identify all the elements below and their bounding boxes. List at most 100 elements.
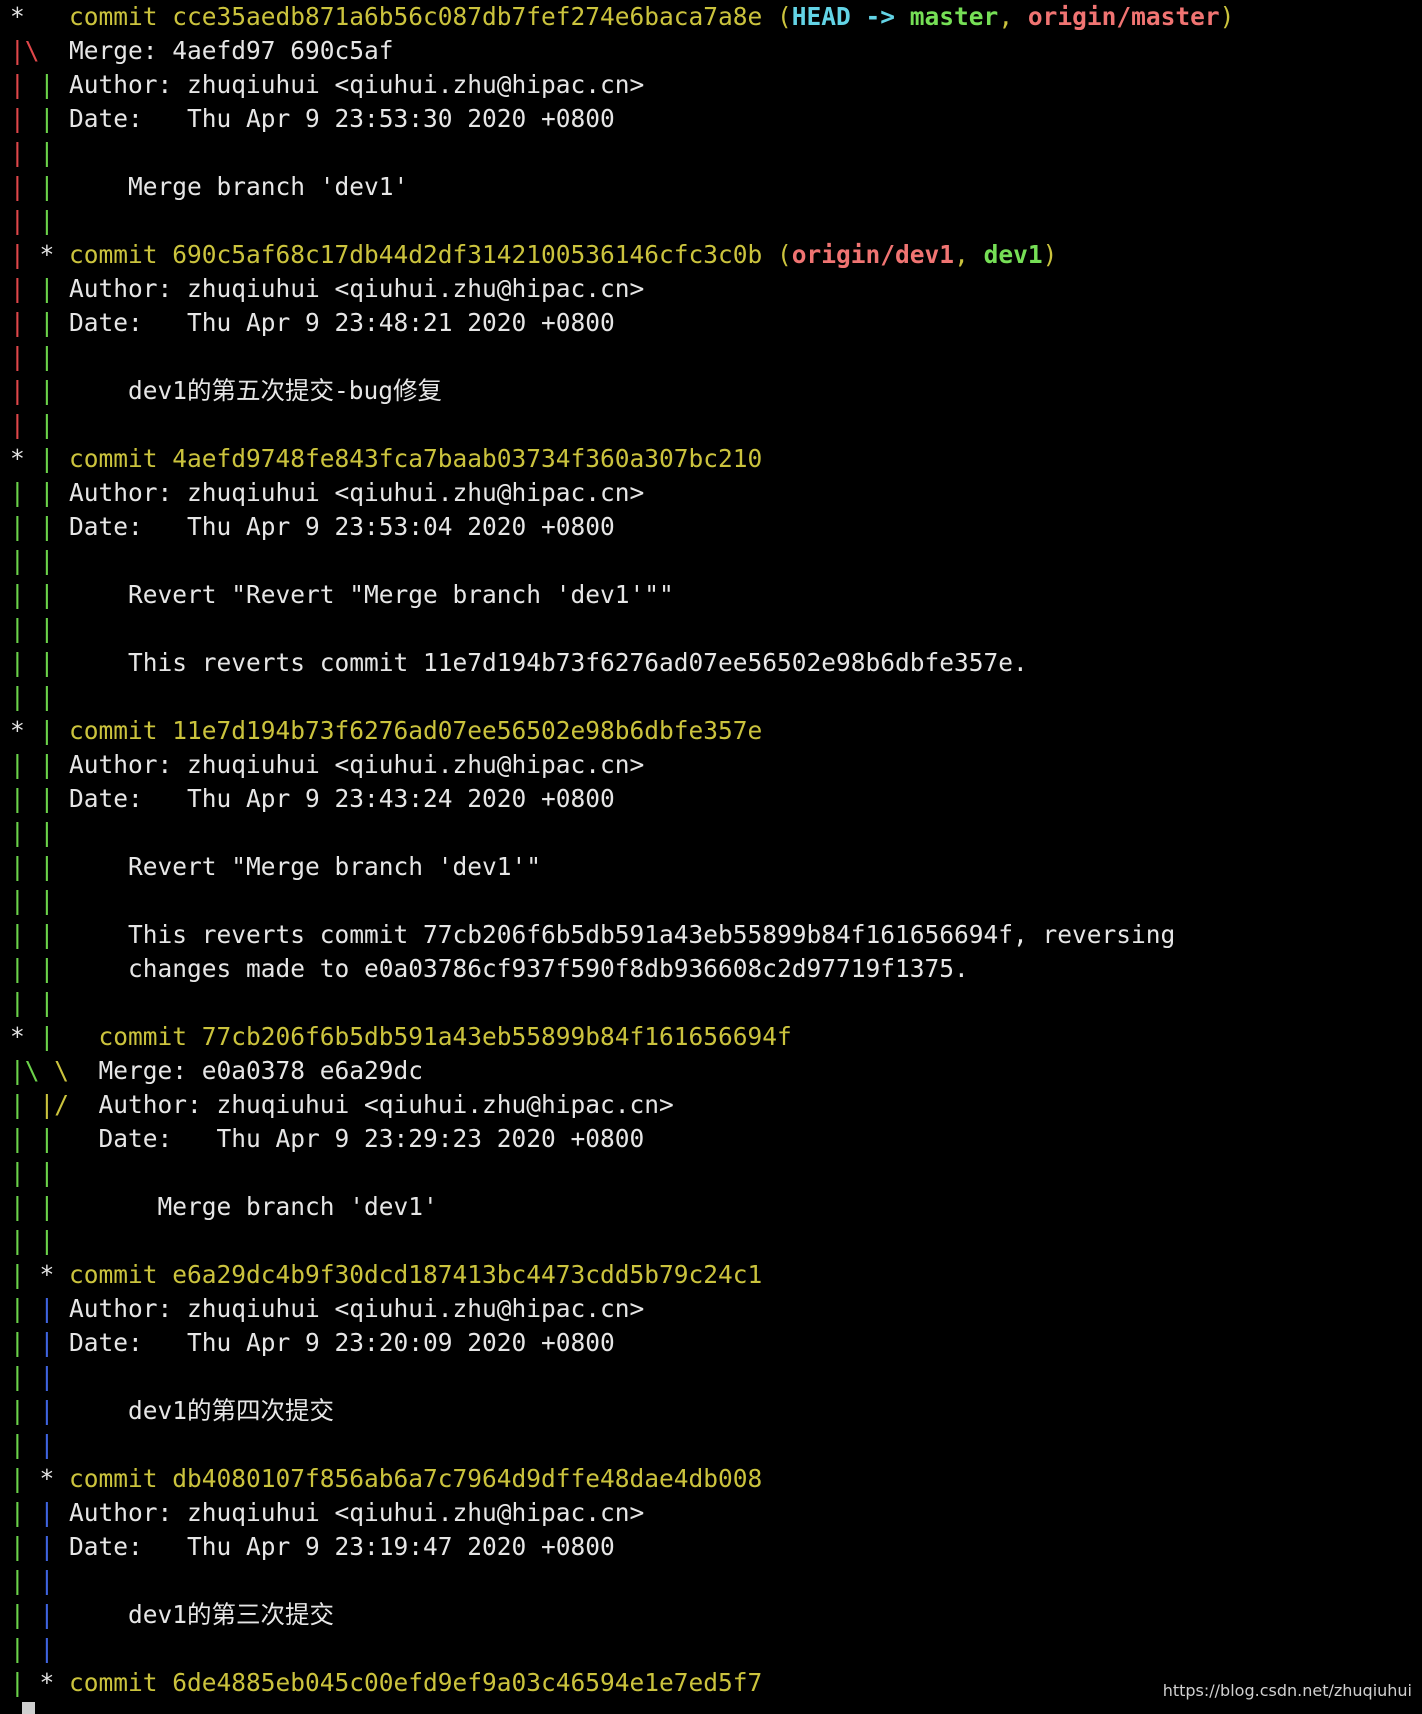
- log-segment: |: [39, 648, 70, 677]
- log-line: | | Merge branch 'dev1': [10, 1190, 1410, 1224]
- log-line: | |: [10, 1360, 1410, 1394]
- log-segment: commit 690c5af68c17db44d2df3142100536146…: [69, 240, 792, 269]
- log-segment: |: [10, 512, 40, 541]
- log-segment: |: [10, 954, 40, 983]
- log-segment: This reverts commit 77cb206f6b5db591a43e…: [69, 920, 1176, 949]
- log-segment: |: [10, 1396, 40, 1425]
- log-segment: |: [39, 206, 70, 235]
- log-segment: |: [10, 1498, 40, 1527]
- log-segment: *: [10, 716, 40, 745]
- log-line: * | commit 11e7d194b73f6276ad07ee56502e9…: [10, 714, 1410, 748]
- log-line: | | Date: Thu Apr 9 23:43:24 2020 +0800: [10, 782, 1410, 816]
- log-line: | | dev1的第三次提交: [10, 1598, 1410, 1632]
- log-segment: |/: [39, 1090, 99, 1119]
- log-line: | | Revert "Merge branch 'dev1'": [10, 850, 1410, 884]
- log-segment: |: [10, 308, 40, 337]
- log-segment: Author: zhuqiuhui <qiuhui.zhu@hipac.cn>: [69, 478, 645, 507]
- log-segment: Author: zhuqiuhui <qiuhui.zhu@hipac.cn>: [69, 750, 645, 779]
- log-line: | |: [10, 1156, 1410, 1190]
- log-segment: |: [39, 1566, 70, 1595]
- log-segment: Author: zhuqiuhui <qiuhui.zhu@hipac.cn>: [69, 1294, 645, 1323]
- log-segment: |: [39, 1158, 70, 1187]
- log-segment: |: [39, 70, 70, 99]
- log-line: | * commit db4080107f856ab6a7c7964d9dffe…: [10, 1462, 1410, 1496]
- log-segment: ): [1042, 240, 1058, 269]
- log-segment: Date: Thu Apr 9 23:29:23 2020 +0800: [98, 1124, 645, 1153]
- log-segment: origin/dev1: [791, 240, 955, 269]
- log-segment: commit 11e7d194b73f6276ad07ee56502e98b6d…: [69, 716, 763, 745]
- log-segment: |: [39, 682, 70, 711]
- log-segment: |: [39, 784, 70, 813]
- log-segment: dev1的第五次提交-bug修复: [69, 376, 443, 405]
- log-segment: |: [39, 138, 70, 167]
- git-log-output: * commit cce35aedb871a6b56c087db7fef274e…: [10, 0, 1410, 1700]
- log-line: | | Revert "Revert "Merge branch 'dev1'"…: [10, 578, 1410, 612]
- log-segment: |: [10, 1260, 40, 1289]
- log-segment: Author: zhuqiuhui <qiuhui.zhu@hipac.cn>: [69, 274, 645, 303]
- log-segment: *: [39, 240, 70, 269]
- log-segment: |: [39, 818, 70, 847]
- log-segment: |: [39, 1498, 70, 1527]
- log-segment: |: [39, 376, 70, 405]
- log-segment: commit 4aefd9748fe843fca7baab03734f360a3…: [69, 444, 763, 473]
- log-line: | | Date: Thu Apr 9 23:53:30 2020 +0800: [10, 102, 1410, 136]
- log-segment: Author: zhuqiuhui <qiuhui.zhu@hipac.cn>: [98, 1090, 674, 1119]
- log-segment: |: [10, 478, 40, 507]
- log-segment: Merge: 4aefd97 690c5af: [39, 36, 394, 65]
- log-line: | * commit 690c5af68c17db44d2df314210053…: [10, 238, 1410, 272]
- log-line: * | commit 4aefd9748fe843fca7baab03734f3…: [10, 442, 1410, 476]
- log-segment: |: [10, 1532, 40, 1561]
- log-segment: |: [39, 274, 70, 303]
- log-segment: dev1的第三次提交: [69, 1600, 335, 1629]
- log-segment: |: [10, 1634, 40, 1663]
- log-segment: |: [39, 614, 70, 643]
- log-segment: |: [10, 342, 40, 371]
- log-segment: |: [10, 818, 40, 847]
- log-segment: |: [39, 1192, 99, 1221]
- log-line: | |: [10, 1632, 1410, 1666]
- log-segment: Date: Thu Apr 9 23:43:24 2020 +0800: [69, 784, 615, 813]
- log-line: | |: [10, 204, 1410, 238]
- log-segment: |: [10, 886, 40, 915]
- log-line: | |: [10, 1564, 1410, 1598]
- log-segment: Date: Thu Apr 9 23:19:47 2020 +0800: [69, 1532, 615, 1561]
- log-segment: |: [10, 1362, 40, 1391]
- log-segment: |: [10, 104, 40, 133]
- log-segment: |: [39, 444, 70, 473]
- log-line: | |: [10, 1428, 1410, 1462]
- log-segment: |: [39, 852, 70, 881]
- log-segment: *: [10, 444, 40, 473]
- log-segment: |: [10, 1124, 40, 1153]
- log-segment: |: [39, 1430, 70, 1459]
- log-line: | |: [10, 340, 1410, 374]
- log-segment: *: [10, 1022, 40, 1051]
- log-segment: |: [10, 206, 40, 235]
- log-segment: commit cce35aedb871a6b56c087db7fef274e6b…: [69, 2, 792, 31]
- log-segment: commit 6de4885eb045c00efd9ef9a03c46594e1…: [69, 1668, 763, 1697]
- log-line: | | dev1的第五次提交-bug修复: [10, 374, 1410, 408]
- log-line: |\ \ Merge: e0a0378 e6a29dc: [10, 1054, 1410, 1088]
- log-line: | | dev1的第四次提交: [10, 1394, 1410, 1428]
- log-segment: Date: Thu Apr 9 23:48:21 2020 +0800: [69, 308, 615, 337]
- log-segment: |: [39, 580, 70, 609]
- log-segment: dev1: [983, 240, 1043, 269]
- log-segment: Author: zhuqiuhui <qiuhui.zhu@hipac.cn>: [69, 70, 645, 99]
- log-segment: Merge branch 'dev1': [69, 172, 409, 201]
- log-segment: |: [10, 1430, 40, 1459]
- log-segment: |: [39, 1634, 70, 1663]
- log-segment: |: [10, 240, 40, 269]
- log-segment: This reverts commit 11e7d194b73f6276ad07…: [69, 648, 1028, 677]
- log-segment: ,: [954, 240, 984, 269]
- log-segment: |: [10, 750, 40, 779]
- watermark: https://blog.csdn.net/zhuqiuhui: [1162, 1681, 1412, 1700]
- log-segment: ,: [998, 2, 1028, 31]
- log-line: | |: [10, 544, 1410, 578]
- log-line: | |: [10, 408, 1410, 442]
- log-segment: |: [10, 1328, 40, 1357]
- log-line: | |: [10, 680, 1410, 714]
- log-segment: |: [39, 954, 70, 983]
- log-segment: |: [10, 852, 40, 881]
- log-segment: |: [39, 1022, 99, 1051]
- terminal-cursor: [22, 1702, 35, 1714]
- log-segment: |: [10, 1668, 40, 1697]
